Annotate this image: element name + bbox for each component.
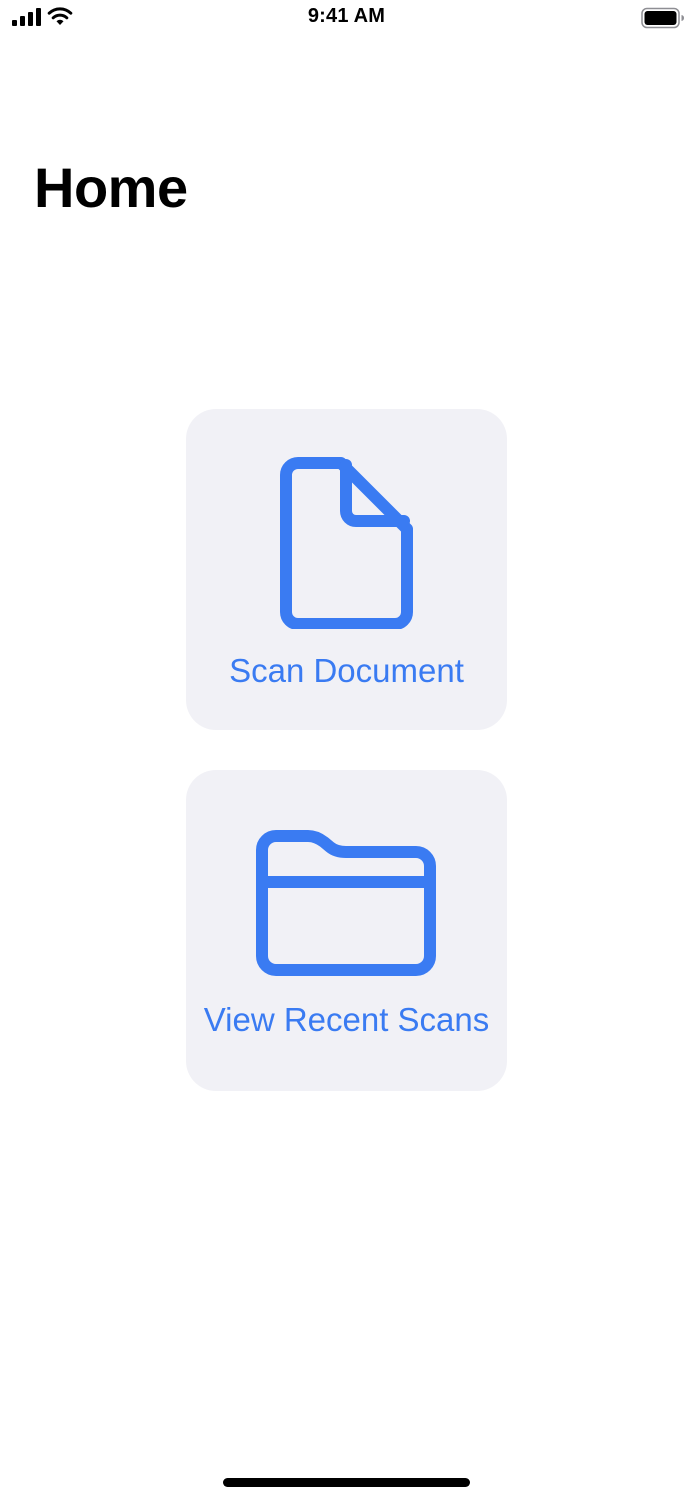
status-bar: 9:41 AM (0, 0, 693, 36)
page-title: Home (34, 156, 188, 219)
scan-document-button[interactable]: Scan Document (186, 409, 507, 730)
status-time: 9:41 AM (307, 5, 386, 27)
battery-icon (641, 7, 684, 29)
view-recent-scans-button[interactable]: View Recent Scans (186, 770, 507, 1091)
document-icon (280, 457, 413, 629)
folder-icon (256, 830, 436, 976)
view-recent-scans-label: View Recent Scans (203, 1001, 490, 1038)
home-indicator[interactable] (223, 1478, 470, 1487)
scan-document-label: Scan Document (229, 652, 464, 689)
